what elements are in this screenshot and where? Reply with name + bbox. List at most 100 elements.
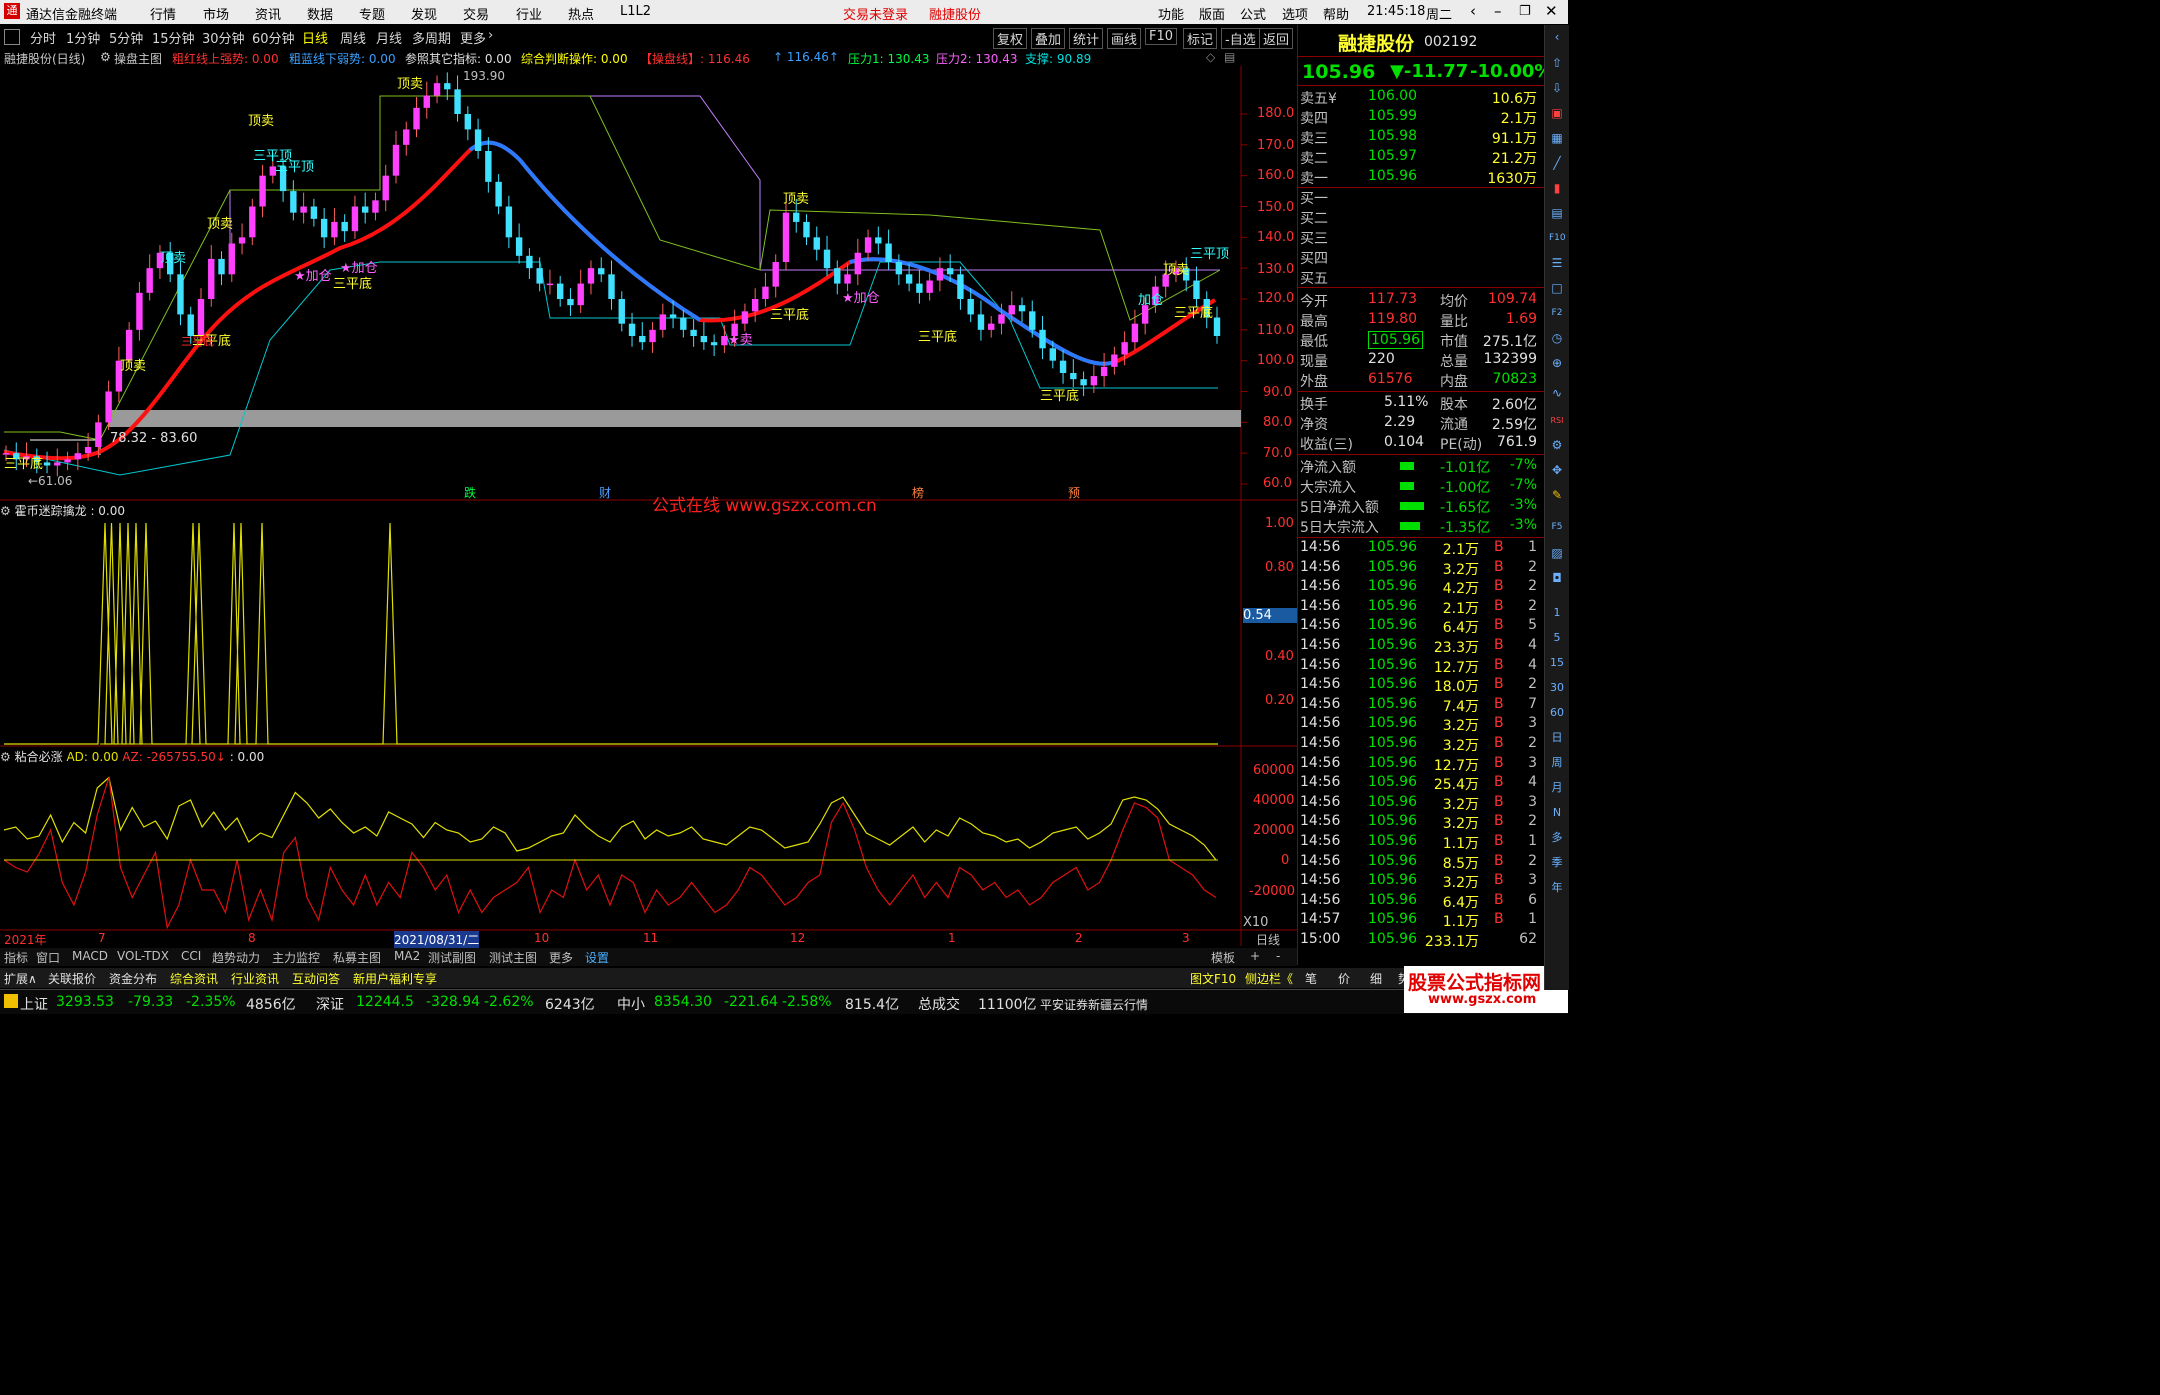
adjust-button[interactable]: 复权 xyxy=(993,28,1028,49)
period-daily[interactable]: 日线 xyxy=(302,28,328,47)
period-60min[interactable]: 60分钟 xyxy=(252,28,295,47)
rsi-icon[interactable]: RSI xyxy=(1549,413,1565,429)
zoom-out-button[interactable]: - xyxy=(1276,949,1280,963)
menu-layout[interactable]: 版面 xyxy=(1199,4,1225,23)
tab-vol[interactable]: VOL-TDX xyxy=(117,949,169,963)
doc-icon[interactable]: □ xyxy=(1549,280,1565,296)
tab-test-sub[interactable]: 测试副图 xyxy=(428,949,476,966)
menu-news[interactable]: 资讯 xyxy=(255,4,281,23)
tab-ma2[interactable]: MA2 xyxy=(394,949,420,963)
period-shortcut[interactable]: 季 xyxy=(1549,855,1565,871)
tab-monitor[interactable]: 主力监控 xyxy=(272,949,320,966)
f10-button[interactable]: F10 xyxy=(1145,28,1178,45)
tab-indicator[interactable]: 指标 xyxy=(4,949,28,966)
arrow-up-icon[interactable]: ⇧ xyxy=(1549,55,1565,71)
tab-macd[interactable]: MACD xyxy=(72,949,108,963)
restore-icon[interactable]: ❐ xyxy=(1519,4,1531,19)
menu-l1l2[interactable]: L1L2 xyxy=(620,4,651,19)
menu-quotes[interactable]: 行情 xyxy=(150,4,176,23)
period-shortcut[interactable]: 周 xyxy=(1549,755,1565,771)
close-icon[interactable]: ✕ xyxy=(1545,2,1558,20)
book-icon[interactable]: ▣ xyxy=(1549,105,1565,121)
indicator2-name[interactable]: 粘合必涨 xyxy=(15,750,63,764)
menu-function[interactable]: 功能 xyxy=(1158,4,1184,23)
period-5min[interactable]: 5分钟 xyxy=(109,28,143,47)
period-shortcut[interactable]: 1 xyxy=(1549,605,1565,621)
menu-discover[interactable]: 发现 xyxy=(411,4,437,23)
return-button[interactable]: 返回 xyxy=(1259,28,1294,49)
period-1min[interactable]: 1分钟 xyxy=(66,28,100,47)
tab-f10[interactable]: 图文F10 xyxy=(1190,970,1236,987)
gear-icon[interactable]: ⚙ xyxy=(0,750,11,764)
minimize-icon[interactable]: – xyxy=(1494,2,1502,20)
period-shortcut[interactable]: 多 xyxy=(1549,830,1565,846)
period-more[interactable]: 更多 xyxy=(460,28,486,47)
period-monthly[interactable]: 月线 xyxy=(376,28,402,47)
menu-data[interactable]: 数据 xyxy=(307,4,333,23)
camera-icon[interactable]: ◘ xyxy=(1549,570,1565,586)
line-chart-icon[interactable]: ╱ xyxy=(1549,155,1565,171)
draw-button[interactable]: 画线 xyxy=(1107,28,1142,49)
list-icon[interactable]: ☰ xyxy=(1549,255,1565,271)
main-formula-name[interactable]: 操盘主图 xyxy=(114,50,162,67)
tab-private[interactable]: 私募主图 xyxy=(333,949,381,966)
gear-small-icon[interactable]: ⚙ xyxy=(1549,437,1565,453)
period-shortcut[interactable]: 15 xyxy=(1549,655,1565,671)
period-30min[interactable]: 30分钟 xyxy=(202,28,245,47)
overlay-button[interactable]: 叠加 xyxy=(1031,28,1066,49)
login-status[interactable]: 交易未登录 xyxy=(843,4,908,23)
table-icon[interactable]: ▤ xyxy=(1549,205,1565,221)
self-select-button[interactable]: -自选 xyxy=(1221,28,1260,49)
f5-icon[interactable]: F5 xyxy=(1549,519,1565,535)
image-icon[interactable]: ▨ xyxy=(1549,545,1565,561)
collapse-icon[interactable]: ‹ xyxy=(1549,29,1565,45)
tab-sidebar[interactable]: 侧边栏《 xyxy=(1245,970,1293,987)
period-shortcut[interactable]: 月 xyxy=(1549,780,1565,796)
gear-icon[interactable]: ⚙ xyxy=(0,504,11,518)
tab-test-main[interactable]: 测试主图 xyxy=(489,949,537,966)
grid-icon[interactable]: ▦ xyxy=(1549,130,1565,146)
tab-cci[interactable]: CCI xyxy=(181,949,201,963)
menu-help[interactable]: 帮助 xyxy=(1323,4,1349,23)
gear-icon[interactable]: ⚙ xyxy=(100,50,111,64)
tab-trend[interactable]: 趋势动力 xyxy=(212,949,260,966)
period-shortcut[interactable]: 年 xyxy=(1549,880,1565,896)
period-weekly[interactable]: 周线 xyxy=(340,28,366,47)
period-shortcut[interactable]: 5 xyxy=(1549,630,1565,646)
tab-settings[interactable]: 设置 xyxy=(585,949,609,966)
indicator1-name[interactable]: 霍币迷踪擒龙 xyxy=(15,504,87,518)
tab-related[interactable]: 关联报价 xyxy=(48,970,96,987)
kline-icon[interactable]: ▮ xyxy=(1549,180,1565,196)
tab-price[interactable]: 价 xyxy=(1338,970,1350,987)
collapse-icon[interactable]: ▤ xyxy=(1224,50,1235,64)
status-icon[interactable] xyxy=(4,994,18,1008)
menu-topic[interactable]: 专题 xyxy=(359,4,385,23)
period-multi[interactable]: 多周期 xyxy=(412,28,451,47)
arrow-down-icon[interactable]: ⇩ xyxy=(1549,80,1565,96)
compass-icon[interactable]: ⊕ xyxy=(1549,355,1565,371)
tab-stroke[interactable]: 笔 xyxy=(1305,970,1317,987)
period-shortcut[interactable]: 30 xyxy=(1549,680,1565,696)
tab-general-news[interactable]: 综合资讯 xyxy=(170,970,218,987)
f2-icon[interactable]: F2 xyxy=(1549,305,1565,321)
tab-expand[interactable]: 扩展∧ xyxy=(4,970,37,987)
zoom-in-button[interactable]: + xyxy=(1250,949,1260,963)
tab-industry-news[interactable]: 行业资讯 xyxy=(231,970,279,987)
clock-icon[interactable]: ◷ xyxy=(1549,330,1565,346)
menu-options[interactable]: 选项 xyxy=(1282,4,1308,23)
tab-template[interactable]: 模板 xyxy=(1211,949,1235,966)
menu-formula[interactable]: 公式 xyxy=(1240,4,1266,23)
f10-icon[interactable]: F10 xyxy=(1549,230,1566,246)
mark-button[interactable]: 标记 xyxy=(1183,28,1218,49)
diamond-icon[interactable]: ◇ xyxy=(1206,50,1215,64)
wave-icon[interactable]: ∿ xyxy=(1549,385,1565,401)
back-icon[interactable]: ‹ xyxy=(1470,2,1476,20)
menu-hot[interactable]: 热点 xyxy=(568,4,594,23)
tab-more[interactable]: 更多 xyxy=(549,949,573,966)
window-icon[interactable] xyxy=(4,29,20,45)
menu-market[interactable]: 市场 xyxy=(203,4,229,23)
period-shortcut[interactable]: N xyxy=(1549,805,1565,821)
period-shortcut[interactable]: 日 xyxy=(1549,730,1565,746)
move-icon[interactable]: ✥ xyxy=(1549,462,1565,478)
chevron-right-icon[interactable]: › xyxy=(488,28,493,43)
